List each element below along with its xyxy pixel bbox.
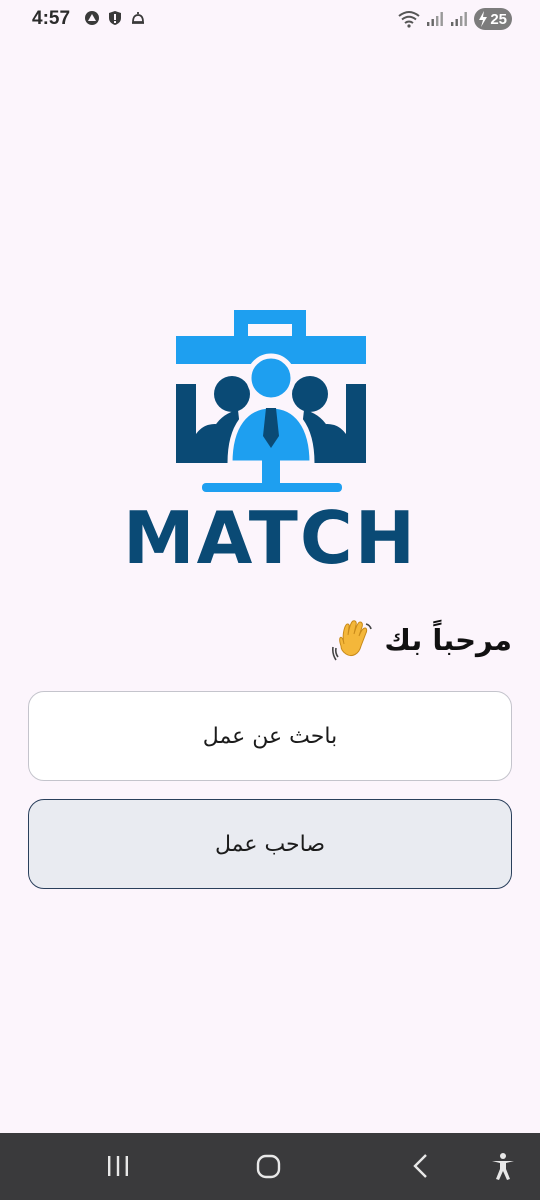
status-bar: 4:57 25 [0, 0, 540, 40]
battery-indicator: 25 [474, 8, 512, 30]
job-seeker-button[interactable]: باحث عن عمل [28, 691, 512, 781]
status-left-icons [84, 10, 146, 26]
navigation-bar [0, 1133, 540, 1200]
home-icon[interactable] [256, 1151, 282, 1181]
charging-icon [479, 11, 487, 27]
battery-level: 25 [490, 10, 507, 28]
signal-icon [451, 12, 467, 26]
welcome-text: مرحباً بك [384, 623, 512, 657]
wifi-icon [398, 11, 420, 28]
status-time: 4:57 [32, 8, 71, 29]
recent-apps-icon[interactable] [106, 1151, 130, 1181]
employer-button[interactable]: صاحب عمل [28, 799, 512, 889]
match-logo [176, 310, 366, 492]
back-icon[interactable] [408, 1151, 432, 1181]
accessibility-icon[interactable] [490, 1151, 516, 1181]
bell-icon [132, 12, 144, 24]
brand-name: MATCH [123, 496, 417, 580]
signal-icon [427, 12, 443, 26]
waving-hand-icon [332, 620, 373, 661]
notification-icon [85, 11, 99, 25]
welcome-heading: مرحباً بك [332, 618, 512, 662]
shield-icon [109, 11, 121, 25]
status-right-icons: 25 [398, 8, 512, 30]
